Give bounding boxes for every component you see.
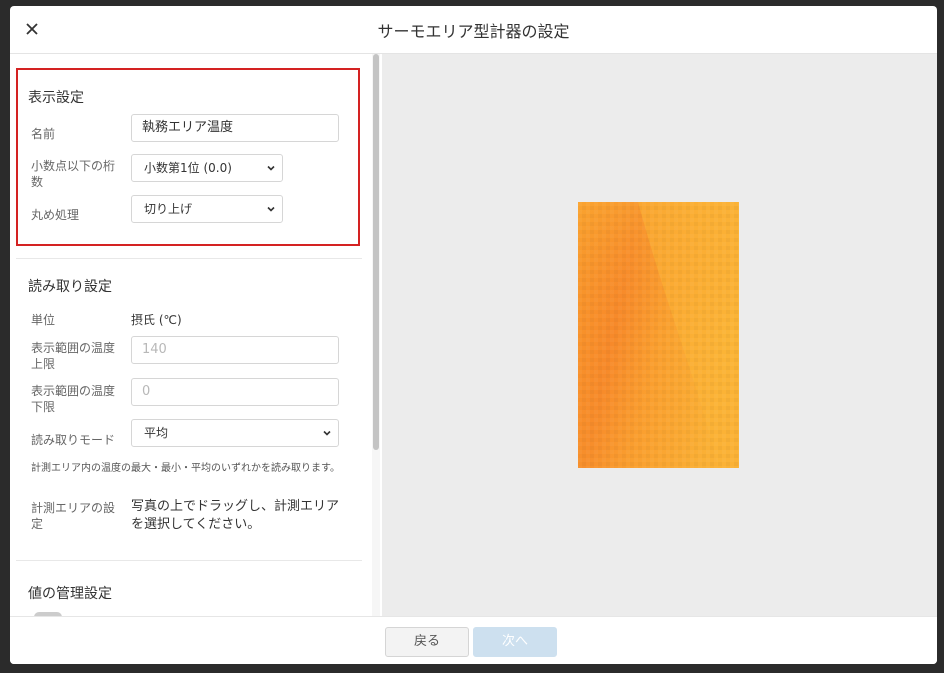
dialog-title: サーモエリア型計器の設定	[377, 22, 570, 41]
chevron-down-icon	[267, 165, 275, 171]
left-panel-scrollbar[interactable]	[372, 54, 380, 616]
divider	[16, 258, 362, 259]
section-title-display: 表示設定	[28, 90, 84, 106]
photo-area[interactable]	[382, 54, 937, 616]
decimal-select[interactable]: 小数第1位 (0.0)	[131, 154, 283, 182]
scroll-thumb[interactable]	[373, 54, 379, 450]
reading-mode-value: 平均	[144, 426, 169, 440]
unit-label: 単位	[31, 313, 56, 327]
decimal-label: 小数点以下の桁数	[31, 159, 116, 189]
reading-mode-label: 読み取りモード	[31, 433, 116, 447]
lower-limit-label: 表示範囲の温度下限	[31, 384, 116, 414]
back-button[interactable]: 戻る	[385, 627, 469, 657]
area-setting-instruction: 写真の上でドラッグし、計測エリアを選択してください。	[131, 499, 340, 532]
section-title-reading: 読み取り設定	[28, 279, 112, 295]
upper-limit-label: 表示範囲の温度上限	[31, 341, 116, 371]
upper-limit-input[interactable]: 140	[131, 336, 339, 364]
area-setting-label: 計測エリアの設定	[31, 501, 116, 531]
dialog-footer: 戻る 次へ	[10, 616, 937, 664]
rounding-select-value: 切り上げ	[144, 202, 193, 216]
name-input[interactable]: 執務エリア温度	[131, 114, 339, 142]
thermal-image[interactable]	[578, 202, 739, 468]
section-title-value-management: 値の管理設定	[28, 586, 112, 602]
lower-limit-input[interactable]: 0	[131, 378, 339, 406]
chevron-down-icon	[267, 206, 275, 212]
chevron-down-icon	[323, 430, 331, 436]
name-label: 名前	[31, 127, 56, 141]
settings-panel: 表示設定 名前 執務エリア温度 小数点以下の桁数 小数第1位 (0.0) 丸め処…	[10, 54, 380, 616]
reading-mode-select[interactable]: 平均	[131, 419, 339, 447]
unit-value: 摂氏 (℃)	[131, 313, 182, 327]
rounding-select[interactable]: 切り上げ	[131, 195, 283, 223]
divider	[16, 560, 362, 561]
dialog-header: サーモエリア型計器の設定	[10, 6, 937, 54]
decimal-select-value: 小数第1位 (0.0)	[144, 161, 232, 175]
next-button[interactable]: 次へ	[473, 627, 557, 657]
reading-mode-note: 計測エリア内の温度の最大・最小・平均のいずれかを読み取ります。	[31, 463, 340, 474]
settings-dialog: サーモエリア型計器の設定 表示設定 名前 執務エリア温度 小数点以下の桁数 小数…	[10, 6, 937, 664]
rounding-label: 丸め処理	[31, 208, 80, 222]
